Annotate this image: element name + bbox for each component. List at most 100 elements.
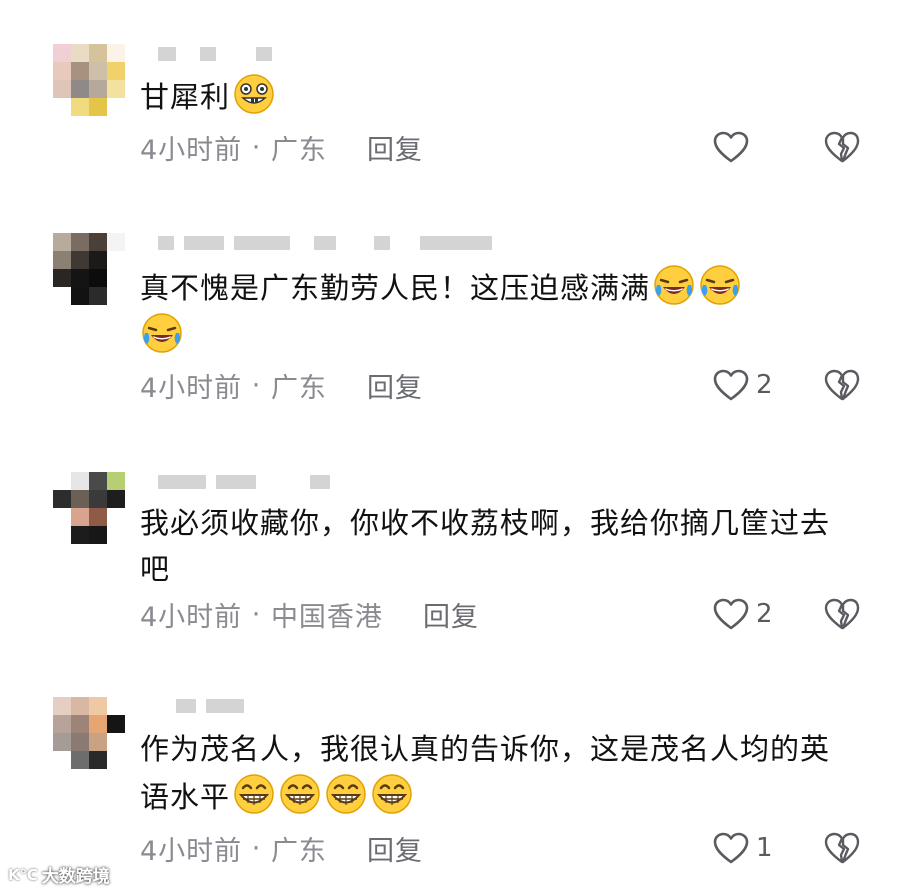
avatar-pixel [107,287,125,305]
grin-face-emoji [232,772,276,816]
avatar-pixel [53,269,71,287]
like-button[interactable]: 2 [712,365,773,405]
username-blurred[interactable] [158,235,492,251]
comment-list: 甘犀利 4小时前 · 广东 回复 真不愧是广东勤劳人民！这压迫感满满 4小时前 … [0,0,900,893]
broken-heart-icon [824,369,860,401]
avatar-pixel [53,98,71,116]
reply-button[interactable]: 回复 [423,595,479,634]
avatar-pixel [71,287,89,305]
avatar-pixel [107,233,125,251]
reply-button[interactable]: 回复 [367,366,423,405]
avatar-pixel [107,80,125,98]
grin-face-emoji [278,772,322,816]
comment-meta: 4小时前 · 广东 回复 [140,365,423,405]
dislike-button[interactable] [822,828,862,868]
avatar-pixel [89,472,107,490]
avatar-pixel [107,269,125,287]
avatar-pixel [71,251,89,269]
avatar-pixel [89,287,107,305]
laughing-crying-emoji [140,311,184,355]
heart-icon [713,369,749,401]
avatar-pixel [53,233,71,251]
avatar[interactable] [53,472,125,544]
avatar-pixel [89,715,107,733]
comment-location: 广东 [270,835,327,867]
avatar-pixel [107,697,125,715]
like-count: 2 [756,370,773,400]
meta-separator: · [242,598,271,630]
avatar-pixel [89,733,107,751]
avatar-pixel [107,62,125,80]
avatar-pixel [89,80,107,98]
username-blurred[interactable] [158,698,244,714]
grin-face-emoji [232,72,276,116]
reply-button[interactable]: 回复 [367,128,423,167]
avatar-pixel [89,98,107,116]
broken-heart-icon [824,131,860,163]
avatar-pixel [107,751,125,769]
meta-separator: · [242,832,271,864]
comment-time: 4小时前 [140,134,243,166]
meta-separator: · [242,131,271,163]
comment-time: 4小时前 [140,601,243,633]
heart-icon [713,832,749,864]
avatar-pixel [71,98,89,116]
avatar-pixel [107,490,125,508]
avatar-pixel [71,733,89,751]
avatar-pixel [107,715,125,733]
comment-meta: 4小时前 · 中国香港 回复 [140,594,479,634]
avatar[interactable] [53,233,125,305]
username-blurred[interactable] [158,474,330,490]
avatar-pixel [71,44,89,62]
avatar-pixel [71,233,89,251]
avatar-pixel [53,526,71,544]
grin-face-emoji [370,772,414,816]
comment-meta: 4小时前 · 广东 回复 [140,828,423,868]
avatar-pixel [53,508,71,526]
avatar-pixel [107,472,125,490]
avatar-pixel [53,490,71,508]
avatar-pixel [107,526,125,544]
like-count: 2 [756,599,773,629]
avatar-pixel [89,251,107,269]
comment-location: 中国香港 [270,601,383,633]
like-count: 1 [756,833,773,863]
dislike-button[interactable] [822,365,862,405]
avatar-pixel [71,472,89,490]
laughing-crying-emoji [652,263,696,307]
avatar-pixel [89,508,107,526]
heart-icon [713,598,749,630]
comment-text-content: 我必须收藏你，你收不收荔枝啊，我给你摘几筐过去吧 [140,506,831,586]
avatar-pixel [89,269,107,287]
comment-text: 真不愧是广东勤劳人民！这压迫感满满 [140,263,840,359]
dislike-button[interactable] [822,127,862,167]
like-button[interactable]: 2 [712,594,773,634]
like-button[interactable]: 1 [712,828,773,868]
avatar[interactable] [53,697,125,769]
comment-location: 广东 [270,372,327,404]
avatar-pixel [53,44,71,62]
reply-button[interactable]: 回复 [367,829,423,868]
avatar-pixel [71,269,89,287]
avatar-pixel [89,44,107,62]
avatar-pixel [71,697,89,715]
comment-text: 甘犀利 [140,72,840,120]
avatar-pixel [89,751,107,769]
avatar-pixel [107,44,125,62]
avatar-pixel [53,733,71,751]
comment-location: 广东 [270,134,327,166]
like-button[interactable] [712,127,756,167]
avatar-pixel [89,233,107,251]
avatar-pixel [53,472,71,490]
avatar[interactable] [53,44,125,116]
comment-text-content: 真不愧是广东勤劳人民！这压迫感满满 [140,271,651,305]
avatar-pixel [53,751,71,769]
avatar-pixel [89,526,107,544]
avatar-pixel [107,508,125,526]
avatar-pixel [71,80,89,98]
avatar-pixel [71,526,89,544]
username-blurred[interactable] [158,46,272,62]
broken-heart-icon [824,832,860,864]
watermark: K℃ 大数跨境 [8,862,110,888]
dislike-button[interactable] [822,594,862,634]
